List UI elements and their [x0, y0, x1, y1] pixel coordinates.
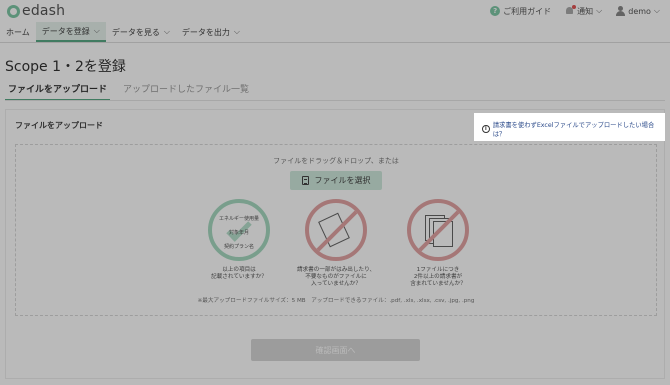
tip-caption-line: 請求書の一部がはみ出したり、 [296, 267, 376, 273]
bell-icon [565, 5, 577, 16]
tip-caption-line: 不要なものがファイルに [305, 274, 367, 280]
main-nav: ホーム データを登録 ⌵ データを見る ⌵ データを出力 ⌵ [0, 22, 670, 43]
nav-home-label: ホーム [6, 27, 30, 37]
tip-cropped-document: 請求書の一部がはみ出したり、 不要なものがファイルに 入っていませんか？ [286, 199, 386, 288]
top-bar: edash ? ご利用ガイド 通知 ⌵ demo ⌵ [0, 0, 670, 22]
guide-label: ご利用ガイド [503, 6, 552, 16]
logo-text: edash [22, 3, 66, 19]
help-icon: ? [490, 6, 501, 16]
main-content: Scope 1・2を登録 ファイルをアップロード アップロードしたファイル一覧 … [0, 43, 670, 385]
notifications-label: 通知 [577, 6, 594, 16]
tip-caption-line: 1ファイルにつき [416, 267, 460, 273]
guide-link[interactable]: ? ご利用ガイド [490, 6, 551, 17]
ok-circle-icon: エネルギー使用量 対象年月 契約プラン名 [208, 199, 270, 261]
header-actions: ? ご利用ガイド 通知 ⌵ demo ⌵ [490, 0, 660, 22]
chevron-down-icon: ⌵ [233, 27, 240, 36]
tip-multiple-invoices: 1ファイルにつき 2件以上の請求書が 含まれていませんか？ [388, 199, 488, 288]
user-label: demo [628, 6, 651, 16]
tab-uploaded-files[interactable]: アップロードしたファイル一覧 [120, 80, 252, 101]
upload-card: ファイルをアップロード ファイルをドラッグ＆ドロップ、または ファイルを選択 エ… [5, 109, 665, 379]
confirm-button[interactable]: 確認画面へ [251, 339, 420, 361]
dropzone-text: ファイルをドラッグ＆ドロップ、または [273, 157, 399, 165]
tip-caption-line: 入っていませんか？ [311, 281, 361, 287]
file-dropzone[interactable]: ファイルをドラッグ＆ドロップ、または ファイルを選択 エネルギー使用量 対象年月… [15, 144, 657, 316]
highlighted-help-link: i 請求書を使わずExcelファイルでアップロードしたい場合は？ [474, 113, 665, 141]
chevron-down-icon: ⌵ [596, 6, 603, 15]
logo-icon [7, 4, 20, 18]
required-field-item: 対象年月 [228, 230, 249, 236]
excel-upload-help-link[interactable]: i 請求書を使わずExcelファイルでアップロードしたい場合は？ [474, 117, 665, 141]
tip-caption-line: 記載されていますか？ [211, 274, 267, 280]
page-title: Scope 1・2を登録 [5, 59, 126, 75]
tip-caption-line: 2件以上の請求書が [413, 274, 463, 280]
upload-card-title: ファイルをアップロード [15, 121, 103, 130]
required-fields-list: エネルギー使用量 対象年月 契約プラン名 [212, 212, 266, 254]
tip-caption: 1ファイルにつき 2件以上の請求書が 含まれていませんか？ [388, 267, 488, 288]
tip-caption-line: 含まれていませんか？ [410, 281, 466, 287]
select-file-label: ファイルを選択 [314, 176, 371, 185]
upload-tips: エネルギー使用量 対象年月 契約プラン名 以上の項目は 記載されていますか？ 請… [16, 199, 656, 289]
file-icon [301, 176, 309, 185]
chevron-down-icon: ⌵ [653, 6, 660, 15]
upload-limits-note: ※最大アップロードファイルサイズ：5 MB アップロードできるファイル：.pdf… [197, 298, 475, 304]
tip-caption-line: 以上の項目は [222, 267, 256, 273]
tab-upload-file[interactable]: ファイルをアップロード [5, 80, 111, 101]
nav-home[interactable]: ホーム [0, 22, 36, 42]
required-field-item: 契約プラン名 [223, 244, 254, 250]
notification-dot [572, 5, 577, 9]
chevron-down-icon: ⌵ [93, 26, 100, 35]
nav-view-data[interactable]: データを見る ⌵ [106, 22, 176, 42]
user-menu[interactable]: demo ⌵ [616, 6, 660, 16]
help-link-label: 請求書を使わずExcelファイルでアップロードしたい場合は？ [492, 122, 655, 138]
chevron-down-icon: ⌵ [163, 27, 170, 36]
user-icon [616, 6, 626, 16]
tabs-divider [5, 100, 665, 101]
tip-required-fields: エネルギー使用量 対象年月 契約プラン名 以上の項目は 記載されていますか？ [189, 199, 289, 281]
notifications-menu[interactable]: 通知 ⌵ [565, 5, 603, 17]
nav-export-data-label: データを出力 [181, 27, 230, 37]
nav-view-data-label: データを見る [111, 27, 160, 37]
nav-register-data-label: データを登録 [41, 26, 90, 36]
prohibited-icon [305, 199, 367, 261]
page-tabs: ファイルをアップロード アップロードしたファイル一覧 [5, 80, 252, 101]
nav-export-data[interactable]: データを出力 ⌵ [176, 22, 246, 42]
slash-icon [411, 205, 465, 257]
nav-register-data[interactable]: データを登録 ⌵ [35, 22, 106, 42]
required-field-item: エネルギー使用量 [218, 216, 259, 222]
prohibited-icon [407, 199, 469, 261]
logo[interactable]: edash [7, 3, 65, 19]
tip-caption: 以上の項目は 記載されていますか？ [189, 267, 289, 281]
info-icon: i [482, 125, 490, 133]
select-file-button[interactable]: ファイルを選択 [290, 171, 382, 190]
tip-caption: 請求書の一部がはみ出したり、 不要なものがファイルに 入っていませんか？ [286, 267, 386, 288]
